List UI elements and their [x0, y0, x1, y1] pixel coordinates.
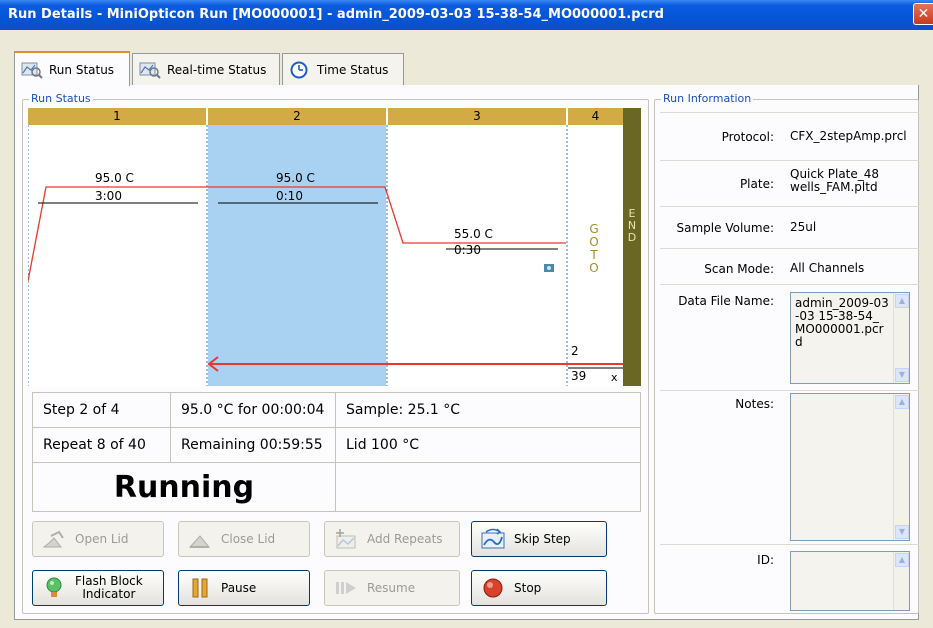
data-file-name-field[interactable]: admin_2009-03-03 15-38-54_MO000001.pcrd …: [790, 292, 910, 384]
scan-mode-label: Scan Mode:: [704, 262, 774, 276]
goto-target-step: 2: [571, 344, 579, 358]
scroll-down-icon[interactable]: ▼: [895, 368, 909, 382]
protocol-chart: 1 2 3 4 95.0 C 3:00 95.0 C 0:10 55.0 C 0…: [28, 108, 641, 386]
light-bulb-icon: [46, 577, 62, 597]
protocol-label: Protocol:: [721, 130, 774, 144]
resume-button[interactable]: Resume: [324, 570, 460, 606]
sample-volume-row: Sample Volume: 25ul: [660, 206, 919, 248]
step2-time: 0:10: [276, 189, 303, 203]
tab-label: Run Status: [49, 62, 115, 77]
id-label: ID:: [757, 553, 774, 567]
step3-time: 0:30: [454, 243, 481, 257]
window-title: Run Details - MiniOpticon Run [MO000001]…: [8, 7, 664, 22]
step-target: 95.0 °C for 00:00:04: [170, 392, 336, 428]
plate-value: Quick Plate_48 wells_FAM.pltd: [790, 167, 880, 194]
tab-label: Real-time Status: [167, 62, 267, 77]
skip-step-icon: [481, 528, 505, 549]
goto-repeat-count: 39: [571, 369, 587, 383]
scroll-down-icon[interactable]: ▼: [895, 525, 909, 539]
close-lid-label: Close Lid: [221, 531, 276, 546]
stop-label: Stop: [514, 580, 542, 595]
magnifier-chart-icon: [139, 62, 161, 79]
run-state: Running: [32, 462, 336, 512]
skip-step-button[interactable]: Skip Step: [471, 521, 607, 557]
data-file-label: Data File Name:: [678, 294, 774, 308]
lid-temperature: Lid 100 °C: [335, 427, 641, 463]
id-scrollbar[interactable]: ▲: [893, 552, 909, 610]
end-letter: D: [627, 231, 637, 244]
flash-block-indicator-button[interactable]: Flash Block Indicator: [32, 570, 164, 606]
sample-temperature: Sample: 25.1 °C: [335, 392, 641, 428]
protocol-value: CFX_2stepAmp.prcl: [790, 129, 907, 143]
pause-button[interactable]: Pause: [178, 570, 310, 606]
temperature-profile: [28, 125, 623, 386]
resume-icon: [336, 582, 356, 594]
run-status-group-title: Run Status: [29, 92, 93, 105]
stop-icon: [483, 578, 503, 598]
open-lid-icon: [42, 530, 64, 548]
stop-button[interactable]: Stop: [471, 570, 607, 606]
flash-block-label-line: Indicator: [82, 587, 136, 601]
run-information-group-title: Run Information: [661, 92, 754, 105]
plate-row: Plate: Quick Plate_48 wells_FAM.pltd: [660, 160, 919, 206]
resume-label: Resume: [367, 580, 416, 595]
data-file-name-value: admin_2009-03-03 15-38-54_MO000001.pcrd: [795, 296, 889, 349]
tab-real-time-status[interactable]: Real-time Status: [132, 53, 280, 85]
goto-times-label: x: [611, 371, 618, 384]
tab-run-status[interactable]: Run Status: [14, 51, 130, 86]
goto-letter: O: [589, 261, 599, 275]
notes-label: Notes:: [735, 397, 774, 411]
magnifier-chart-icon: [21, 62, 43, 79]
notes-field[interactable]: ▲ ▼: [790, 393, 910, 541]
add-repeats-button[interactable]: Add Repeats: [324, 521, 460, 557]
scroll-up-icon[interactable]: ▲: [895, 294, 909, 308]
add-repeats-label: Add Repeats: [367, 531, 443, 546]
scroll-up-icon[interactable]: ▲: [895, 395, 909, 409]
run-details-window: Run Details - MiniOpticon Run [MO000001]…: [0, 0, 933, 628]
add-repeats-icon: [336, 529, 356, 549]
close-icon: ✕: [917, 6, 930, 22]
close-lid-icon: [188, 535, 211, 548]
run-state-extra: [335, 462, 641, 512]
sample-volume-value: 25ul: [790, 220, 817, 234]
step2-temperature: 95.0 C: [276, 171, 315, 185]
goto-label: G O T O: [587, 223, 601, 275]
step1-time: 3:00: [95, 189, 122, 203]
step3-temperature: 55.0 C: [454, 227, 493, 241]
clock-icon: [290, 61, 308, 78]
id-field[interactable]: ▲: [790, 551, 910, 611]
repeat-progress: Repeat 8 of 40: [32, 427, 171, 463]
tab-time-status[interactable]: Time Status: [282, 53, 404, 85]
skip-step-label: Skip Step: [514, 531, 571, 546]
scroll-up-icon[interactable]: ▲: [895, 553, 909, 567]
pause-icon: [192, 578, 208, 598]
scan-mode-value: All Channels: [790, 261, 865, 275]
step1-temperature: 95.0 C: [95, 171, 134, 185]
remaining-time: Remaining 00:59:55: [170, 427, 336, 463]
camera-icon: [544, 264, 554, 272]
notes-scrollbar[interactable]: ▲ ▼: [893, 394, 909, 540]
tab-label: Time Status: [317, 62, 389, 77]
protocol-row: Protocol: CFX_2stepAmp.prcl: [660, 112, 919, 160]
open-lid-label: Open Lid: [75, 531, 129, 546]
sample-volume-label: Sample Volume:: [676, 221, 774, 235]
close-lid-button[interactable]: Close Lid: [178, 521, 310, 557]
title-bar: Run Details - MiniOpticon Run [MO000001]…: [0, 0, 933, 30]
plate-label: Plate:: [739, 177, 774, 191]
data-file-scrollbar[interactable]: ▲ ▼: [893, 293, 909, 383]
scan-mode-row: Scan Mode: All Channels: [660, 248, 919, 284]
pause-label: Pause: [221, 580, 257, 595]
open-lid-button[interactable]: Open Lid: [32, 521, 164, 557]
step-progress: Step 2 of 4: [32, 392, 171, 428]
end-marker: E N D: [623, 108, 641, 386]
flash-block-indicator-label: Flash Block Indicator: [75, 575, 143, 601]
flash-block-label-line: Flash Block: [75, 574, 143, 588]
close-button[interactable]: ✕: [913, 3, 933, 25]
